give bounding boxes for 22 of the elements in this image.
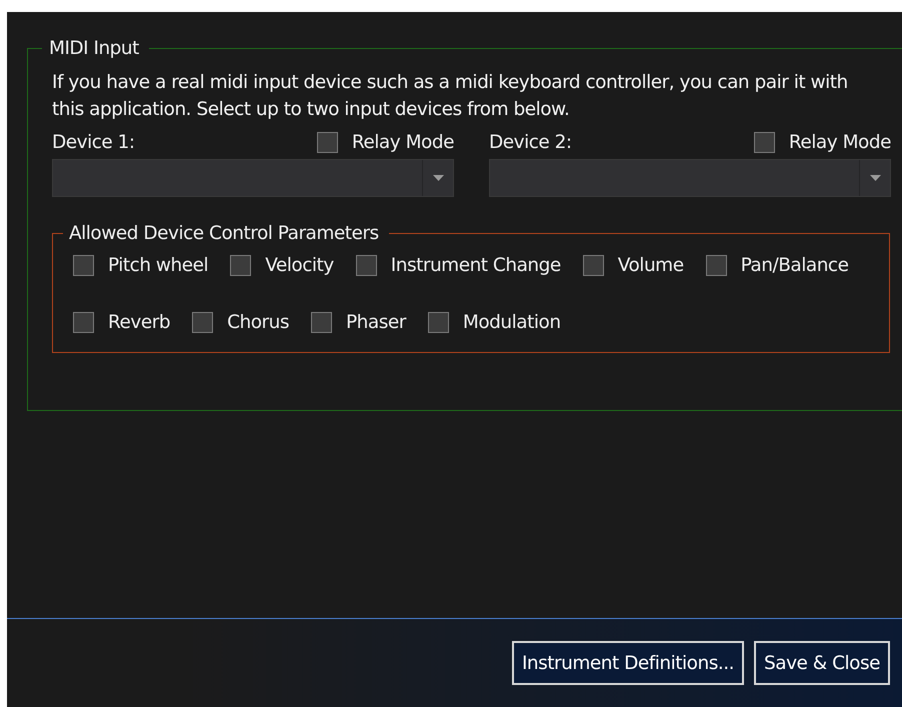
parameters-title: Allowed Device Control Parameters [68,223,380,244]
parameter-checkbox[interactable]: Pitch wheel [73,254,208,277]
parameter-checkbox[interactable]: Reverb [73,311,170,334]
device-dropdown[interactable] [489,159,891,197]
parameter-checkbox[interactable]: Chorus [192,311,290,334]
caret-icon [870,175,880,181]
description-text: If you have a real midi input device such as a midi keyboard controller, you can pair it with this application. Select up to two input devices from below. [52,71,849,122]
device-label: Device 2: [489,132,572,152]
relay-mode-checkbox[interactable]: Relay Mode [754,132,891,152]
dialog-button[interactable]: Instrument Definitions... [512,641,744,685]
parameter-checkbox[interactable]: Instrument Change [356,254,561,277]
dialog-button[interactable]: Save & Close [754,641,890,685]
device-dropdown[interactable] [52,159,454,197]
parameter-checkbox[interactable]: Phaser [311,311,406,334]
parameter-checkbox[interactable]: Volume [582,254,684,277]
relay-mode-checkbox[interactable]: Relay Mode [316,132,454,152]
group-title: MIDI Input [48,38,140,59]
parameter-checkbox[interactable]: Velocity [230,254,334,277]
caret-icon [432,175,444,181]
parameter-checkbox[interactable]: Modulation [428,311,561,334]
device-label: Device 1: [52,132,135,152]
parameter-checkbox[interactable]: Pan/Balance [706,254,848,277]
